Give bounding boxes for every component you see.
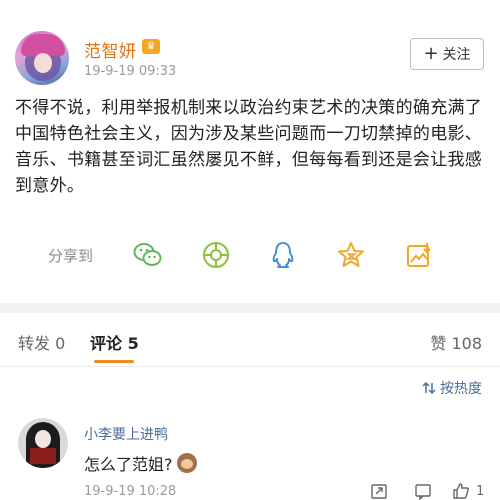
repost-comment-icon[interactable] [370, 482, 388, 500]
tab-like[interactable]: 赞 108 [430, 330, 482, 354]
author-avatar[interactable] [15, 31, 69, 85]
active-tab-indicator [94, 360, 134, 363]
sort-label: 按热度 [440, 381, 482, 397]
commenter-name[interactable]: 小李要上进鸭 [84, 424, 168, 444]
plus-icon: + [423, 43, 439, 64]
vip-crown-icon: ♛ [142, 39, 160, 54]
save-image-icon[interactable] [404, 240, 434, 270]
commenter-avatar[interactable] [18, 418, 68, 468]
comment-like-count: 1 [476, 484, 485, 499]
tab-like-count: 108 [451, 334, 482, 353]
wechat-icon[interactable] [133, 240, 163, 270]
tab-like-label: 赞 [430, 334, 447, 353]
follow-button[interactable]: + 关注 [410, 38, 484, 70]
moments-icon[interactable] [201, 240, 231, 270]
comment-text: 怎么了范姐? [84, 455, 173, 474]
post-card: 范智妍 ♛ 19-9-19 09:33 + 关注 不得不说，利用举报机制来以政治… [0, 0, 500, 303]
sort-by-hot-button[interactable]: 按热度 [422, 378, 482, 398]
tab-comment[interactable]: 评论 5 [90, 330, 139, 354]
tab-comment-label: 评论 [90, 334, 123, 353]
comment-time: 19-9-19 10:28 [84, 484, 177, 499]
post-content: 不得不说，利用举报机制来以政治约束艺术的决策的确充满了中国特色社会主义，因为涉及… [15, 98, 483, 196]
tab-comment-count: 5 [127, 334, 139, 353]
qzone-icon[interactable] [336, 240, 366, 270]
author-name[interactable]: 范智妍 [84, 37, 137, 62]
share-label: 分享到 [48, 247, 94, 265]
tab-repost[interactable]: 转发 0 [18, 330, 65, 354]
follow-label: 关注 [442, 47, 471, 63]
tab-repost-label: 转发 [18, 334, 51, 353]
section-divider [0, 303, 500, 313]
sort-icon [422, 381, 436, 395]
post-time: 19-9-19 09:33 [84, 64, 177, 79]
reply-comment-icon[interactable] [414, 482, 432, 500]
qq-icon[interactable] [268, 240, 298, 270]
tab-repost-count: 0 [55, 334, 66, 353]
comment-body: 怎么了范姐? [84, 451, 197, 475]
tab-bar: 转发 0 评论 5 赞 108 [0, 313, 500, 367]
like-comment-icon[interactable] [452, 482, 470, 500]
monkey-emoji-icon [176, 453, 197, 473]
share-bar: 分享到 [0, 236, 500, 276]
